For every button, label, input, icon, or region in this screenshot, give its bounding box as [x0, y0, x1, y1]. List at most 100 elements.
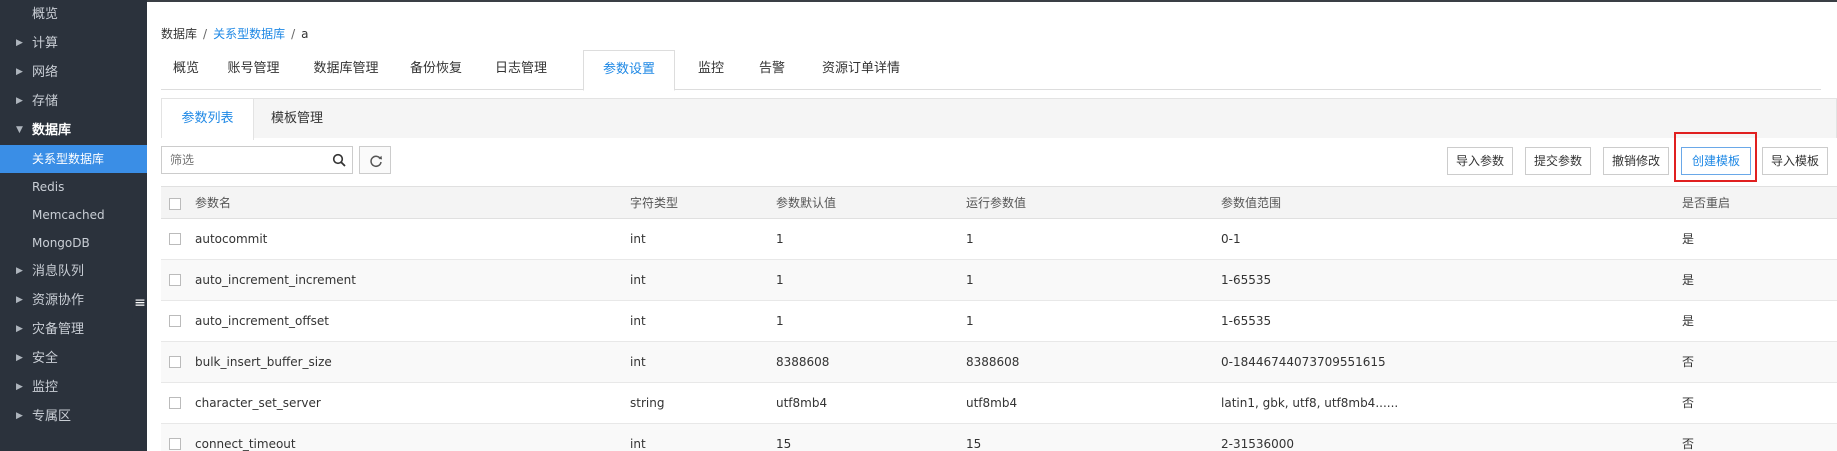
table-row[interactable]: character_set_server string utf8mb4 utf8… [161, 383, 1837, 424]
sidebar-item-label: 计算 [32, 36, 59, 51]
cell-type: int [630, 273, 646, 287]
breadcrumb-current: a [301, 27, 309, 41]
cell-restart: 是 [1682, 314, 1695, 328]
tab-backup[interactable]: 备份恢复 [396, 50, 476, 90]
caret-right-icon: ▶ [16, 324, 23, 334]
import-params-button[interactable]: 导入参数 [1447, 147, 1513, 175]
cell-type: int [630, 232, 646, 246]
undo-changes-button[interactable]: 撤销修改 [1603, 147, 1669, 175]
cell-restart: 是 [1682, 273, 1695, 287]
breadcrumb-separator: / [203, 27, 208, 41]
column-header-name: 参数名 [195, 196, 232, 210]
caret-right-icon: ▶ [16, 67, 23, 77]
table-row[interactable]: bulk_insert_buffer_size int 8388608 8388… [161, 342, 1837, 383]
cell-type: string [630, 396, 665, 410]
subtab-param-list[interactable]: 参数列表 [162, 99, 254, 140]
search-icon[interactable] [332, 153, 346, 167]
sidebar-item-network[interactable]: ▶ 网络 [0, 58, 147, 87]
cell-range: latin1, gbk, utf8, utf8mb4...... [1221, 396, 1399, 410]
caret-right-icon: ▶ [16, 266, 23, 276]
sidebar: 概览 ▶ 计算 ▶ 网络 ▶ 存储 ▼ 数据库 关系型数据库 Redis Memcach… [0, 0, 147, 451]
cell-default: 8388608 [776, 355, 830, 369]
sidebar-item-security[interactable]: ▶ 安全 [0, 344, 147, 373]
toolbar: 导入参数 提交参数 撤销修改 创建模板 导入模板 [161, 132, 1837, 182]
sidebar-collapse-icon[interactable]: ≡ [132, 282, 148, 324]
highlight-annotation [1674, 132, 1757, 182]
tab-logs[interactable]: 日志管理 [481, 50, 561, 90]
sidebar-item-label: 资源协作 [32, 293, 85, 308]
breadcrumb-root[interactable]: 数据库 [161, 27, 197, 41]
cell-default: 1 [776, 314, 784, 328]
cell-param-name: autocommit [195, 232, 268, 246]
caret-right-icon: ▶ [16, 295, 23, 305]
sidebar-item-memcached[interactable]: Memcached [0, 201, 147, 229]
row-checkbox[interactable] [169, 397, 181, 409]
cell-range: 2-31536000 [1221, 437, 1295, 451]
cell-restart: 否 [1682, 355, 1695, 369]
column-header-restart: 是否重启 [1682, 196, 1731, 210]
sidebar-item-compute[interactable]: ▶ 计算 [0, 29, 147, 58]
tab-monitor[interactable]: 监控 [685, 50, 737, 90]
sidebar-item-label: 灾备管理 [32, 322, 85, 337]
caret-right-icon: ▶ [16, 382, 23, 392]
row-checkbox[interactable] [169, 356, 181, 368]
table-row[interactable]: auto_increment_offset int 1 1 1-65535 是 [161, 301, 1837, 342]
cell-range: 1-65535 [1221, 314, 1272, 328]
tab-parameters[interactable]: 参数设置 [583, 50, 675, 91]
tab-alerts[interactable]: 告警 [747, 50, 797, 90]
import-template-button[interactable]: 导入模板 [1762, 147, 1828, 175]
sidebar-item-label: 网络 [32, 65, 59, 80]
column-header-running: 运行参数值 [966, 196, 1027, 210]
row-checkbox[interactable] [169, 274, 181, 286]
tab-overview[interactable]: 概览 [161, 50, 211, 90]
sidebar-item-label: 专属区 [32, 409, 72, 424]
breadcrumb: 数据库 / 关系型数据库 / a [161, 25, 308, 42]
cell-param-name: auto_increment_increment [195, 273, 356, 287]
select-all-checkbox[interactable] [169, 198, 181, 210]
table-row[interactable]: connect_timeout int 15 15 2-31536000 否 [161, 424, 1837, 451]
table-row[interactable]: autocommit int 1 1 0-1 是 [161, 219, 1837, 260]
sidebar-item-database[interactable]: ▼ 数据库 [0, 116, 147, 145]
refresh-icon [370, 155, 382, 168]
submit-params-button[interactable]: 提交参数 [1525, 147, 1591, 175]
sidebar-item-storage[interactable]: ▶ 存储 [0, 87, 147, 116]
search-box [161, 146, 353, 174]
sidebar-item-label: 概览 [32, 7, 59, 22]
column-header-range: 参数值范围 [1221, 196, 1282, 210]
tab-accounts[interactable]: 账号管理 [216, 50, 291, 90]
sidebar-item-dedicated[interactable]: ▶ 专属区 [0, 402, 147, 431]
search-input[interactable] [162, 147, 322, 173]
cell-running: utf8mb4 [966, 396, 1018, 410]
cell-type: int [630, 314, 646, 328]
caret-right-icon: ▶ [16, 38, 23, 48]
sidebar-item-redis[interactable]: Redis [0, 173, 147, 201]
sidebar-item-monitor[interactable]: ▶ 监控 [0, 373, 147, 402]
cell-range: 0-18446744073709551615 [1221, 355, 1386, 369]
table-row[interactable]: auto_increment_increment int 1 1 1-65535… [161, 260, 1837, 301]
sidebar-item-collab[interactable]: ▶ 资源协作 [0, 286, 147, 315]
tab-db-management[interactable]: 数据库管理 [301, 50, 391, 90]
cell-type: int [630, 355, 646, 369]
caret-right-icon: ▶ [16, 96, 23, 106]
sidebar-item-dr[interactable]: ▶ 灾备管理 [0, 315, 147, 344]
row-checkbox[interactable] [169, 315, 181, 327]
column-header-default: 参数默认值 [776, 196, 837, 210]
cell-restart: 是 [1682, 232, 1695, 246]
row-checkbox[interactable] [169, 438, 181, 450]
subtab-templates[interactable]: 模板管理 [257, 99, 337, 139]
caret-right-icon: ▶ [16, 353, 23, 363]
breadcrumb-separator: / [291, 27, 296, 41]
sidebar-item-label: Memcached [32, 208, 105, 222]
sidebar-item-mongodb[interactable]: MongoDB [0, 229, 147, 257]
sidebar-item-rds[interactable]: 关系型数据库 [0, 145, 147, 173]
sidebar-item-label: 监控 [32, 380, 59, 395]
tab-order-details[interactable]: 资源订单详情 [806, 50, 916, 90]
table-header: 参数名 字符类型 参数默认值 运行参数值 参数值范围 是否重启 [161, 186, 1837, 219]
cell-param-name: auto_increment_offset [195, 314, 329, 328]
refresh-button[interactable] [359, 146, 391, 174]
sidebar-item-label: Redis [32, 180, 65, 194]
row-checkbox[interactable] [169, 233, 181, 245]
breadcrumb-rds-link[interactable]: 关系型数据库 [213, 27, 285, 41]
sidebar-item-overview[interactable]: 概览 [0, 0, 147, 29]
sidebar-item-mq[interactable]: ▶ 消息队列 [0, 257, 147, 286]
